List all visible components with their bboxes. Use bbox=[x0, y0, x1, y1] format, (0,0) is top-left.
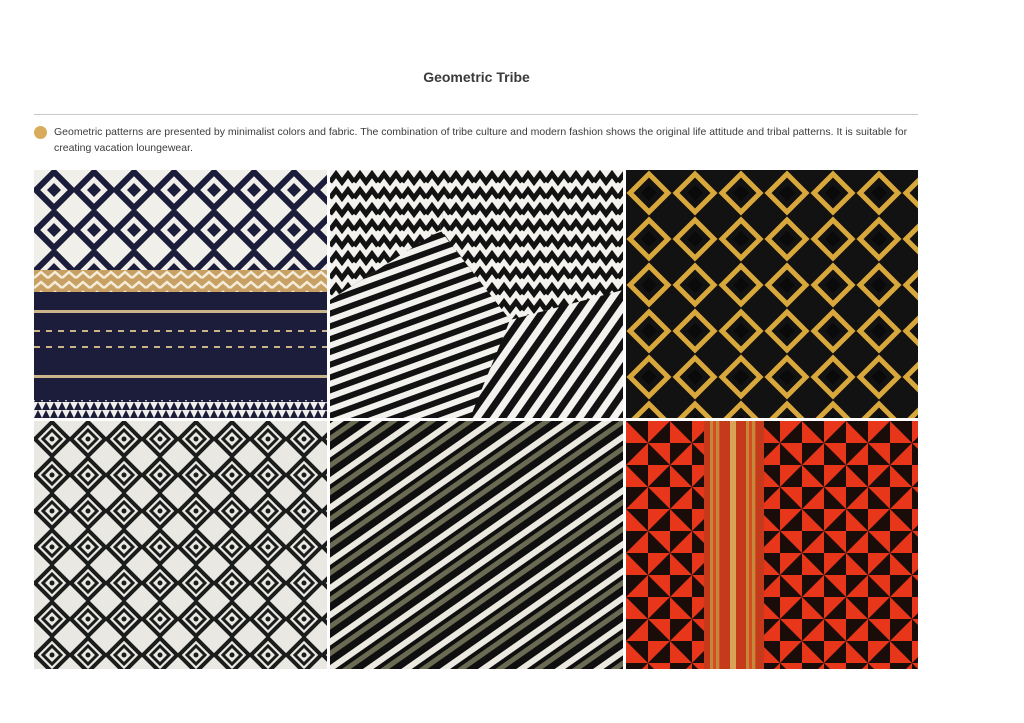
description-text: Geometric patterns are presented by mini… bbox=[54, 126, 908, 154]
navy-knit-image bbox=[34, 170, 327, 418]
swatch-gold-diamond-lattice bbox=[626, 170, 918, 418]
gold-diamond-image bbox=[626, 170, 918, 418]
swatch-grid bbox=[34, 170, 918, 669]
description-block: Geometric patterns are presented by mini… bbox=[34, 124, 918, 156]
page-title: Geometric Tribe bbox=[423, 69, 530, 85]
swatch-red-pinwheel bbox=[626, 421, 918, 669]
red-pinwheel-image bbox=[626, 421, 918, 669]
swatch-diamond-grid-weave bbox=[34, 421, 327, 669]
bullet-icon bbox=[34, 126, 47, 139]
diagonal-stripe-image bbox=[330, 421, 623, 669]
swatch-diagonal-stripes bbox=[330, 421, 623, 669]
title-divider bbox=[34, 114, 918, 115]
diamond-grid-image bbox=[34, 421, 327, 669]
zigzag-image bbox=[330, 170, 623, 418]
swatch-navy-white-knit bbox=[34, 170, 327, 418]
swatch-zigzag-jacquard bbox=[330, 170, 623, 418]
